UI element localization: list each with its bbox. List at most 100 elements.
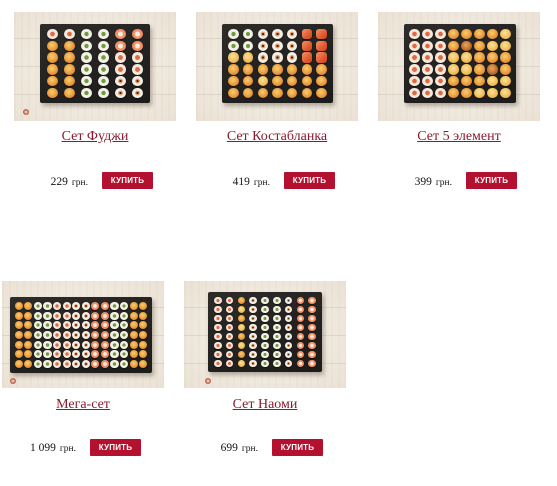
sushi-roll <box>316 64 327 75</box>
buy-button[interactable]: КУПИТЬ <box>272 439 323 456</box>
sushi-roll <box>72 311 81 320</box>
sushi-roll <box>474 28 485 40</box>
sushi-roll <box>261 296 269 305</box>
product-title-link[interactable]: Сет Наоми <box>184 397 346 413</box>
sushi-roll <box>273 314 281 323</box>
sushi-roll <box>242 28 254 40</box>
price-currency: грн. <box>241 444 258 454</box>
product-title-link[interactable]: Мега-сет <box>2 397 164 413</box>
sushi-roll <box>110 321 119 330</box>
sushi-roll <box>53 301 62 310</box>
sushi-roll <box>24 301 33 310</box>
product-price: 419 грн. <box>196 174 270 190</box>
sushi-roll <box>120 311 129 320</box>
sushi-roll <box>301 87 313 99</box>
sushi-board <box>208 292 322 372</box>
sushi-roll <box>81 64 92 75</box>
sushi-roll <box>487 76 498 87</box>
sushi-roll <box>500 87 511 99</box>
sushi-roll <box>287 76 298 87</box>
sushi-roll <box>110 311 119 320</box>
sushi-roll <box>237 332 246 341</box>
sushi-roll <box>129 360 138 369</box>
price-currency: грн. <box>71 178 88 188</box>
sushi-roll <box>132 76 143 87</box>
sushi-roll <box>249 341 257 350</box>
buy-button[interactable]: КУПИТЬ <box>102 172 153 189</box>
product-image[interactable] <box>378 12 540 121</box>
sushi-roll <box>316 40 327 51</box>
sushi-roll <box>500 64 511 75</box>
sushi-roll <box>225 296 234 305</box>
sushi-roll <box>272 40 283 51</box>
sushi-roll <box>225 341 234 350</box>
product-title-link[interactable]: Сет 5 элемент <box>378 129 540 145</box>
sushi-roll <box>448 28 459 40</box>
product-image[interactable] <box>14 12 176 121</box>
sushi-roll <box>72 321 81 330</box>
sushi-roll <box>242 76 254 87</box>
sushi-roll <box>308 332 316 341</box>
sushi-roll <box>242 87 254 99</box>
sushi-roll <box>308 305 316 314</box>
sushi-roll <box>257 87 268 99</box>
sushi-roll <box>225 305 234 314</box>
product-image[interactable] <box>184 281 346 388</box>
sushi-roll <box>284 305 293 314</box>
sushi-roll <box>296 296 305 305</box>
sushi-roll <box>91 360 100 369</box>
sushi-roll <box>308 314 316 323</box>
sushi-roll <box>296 341 305 350</box>
sushi-roll <box>214 341 222 350</box>
sushi-roll <box>72 301 81 310</box>
sushi-roll <box>214 359 222 368</box>
sushi-roll <box>261 359 269 368</box>
sushi-roll <box>273 350 281 359</box>
product-title-link[interactable]: Сет Костабланка <box>196 129 358 145</box>
sushi-roll <box>287 40 298 51</box>
sushi-roll <box>115 40 126 51</box>
sushi-roll <box>72 350 81 359</box>
sushi-roll <box>120 330 129 340</box>
sushi-roll <box>228 87 239 99</box>
sushi-roll <box>487 40 498 51</box>
sushi-roll <box>448 52 459 63</box>
buy-button[interactable]: КУПИТЬ <box>466 172 517 189</box>
sushi-roll <box>129 301 138 310</box>
sushi-roll <box>448 64 459 75</box>
buy-button[interactable]: КУПИТЬ <box>90 439 141 456</box>
product-image[interactable] <box>196 12 358 121</box>
sushi-roll <box>100 330 109 340</box>
sushi-roll <box>237 305 246 314</box>
sushi-roll <box>129 311 138 320</box>
sushi-roll <box>272 76 283 87</box>
sushi-roll <box>81 350 90 359</box>
sushi-roll <box>500 76 511 87</box>
sushi-roll <box>435 87 446 99</box>
product-price: 399 грн. <box>378 174 452 190</box>
sushi-roll <box>53 350 62 359</box>
product-image[interactable] <box>2 281 164 388</box>
product-card: Мега-сет 1 099 грн. КУПИТЬ <box>2 281 164 461</box>
sushi-roll <box>129 350 138 359</box>
sushi-roll <box>14 301 23 310</box>
sushi-roll <box>257 52 268 63</box>
sushi-roll <box>129 321 138 330</box>
sushi-roll <box>33 360 42 369</box>
sushi-roll <box>98 28 109 40</box>
sushi-roll <box>24 330 33 340</box>
sushi-roll <box>62 340 71 349</box>
sushi-roll <box>301 52 313 63</box>
sushi-roll <box>284 332 293 341</box>
sushi-roll <box>242 64 254 75</box>
sushi-roll <box>139 321 148 330</box>
sushi-roll <box>53 340 62 349</box>
sushi-roll <box>301 28 313 40</box>
buy-button[interactable]: КУПИТЬ <box>284 172 335 189</box>
sushi-roll <box>273 359 281 368</box>
sushi-roll <box>296 314 305 323</box>
sushi-roll <box>225 314 234 323</box>
sushi-roll <box>316 52 327 63</box>
product-title-link[interactable]: Сет Фуджи <box>14 129 176 145</box>
logo-stamp <box>10 378 16 384</box>
